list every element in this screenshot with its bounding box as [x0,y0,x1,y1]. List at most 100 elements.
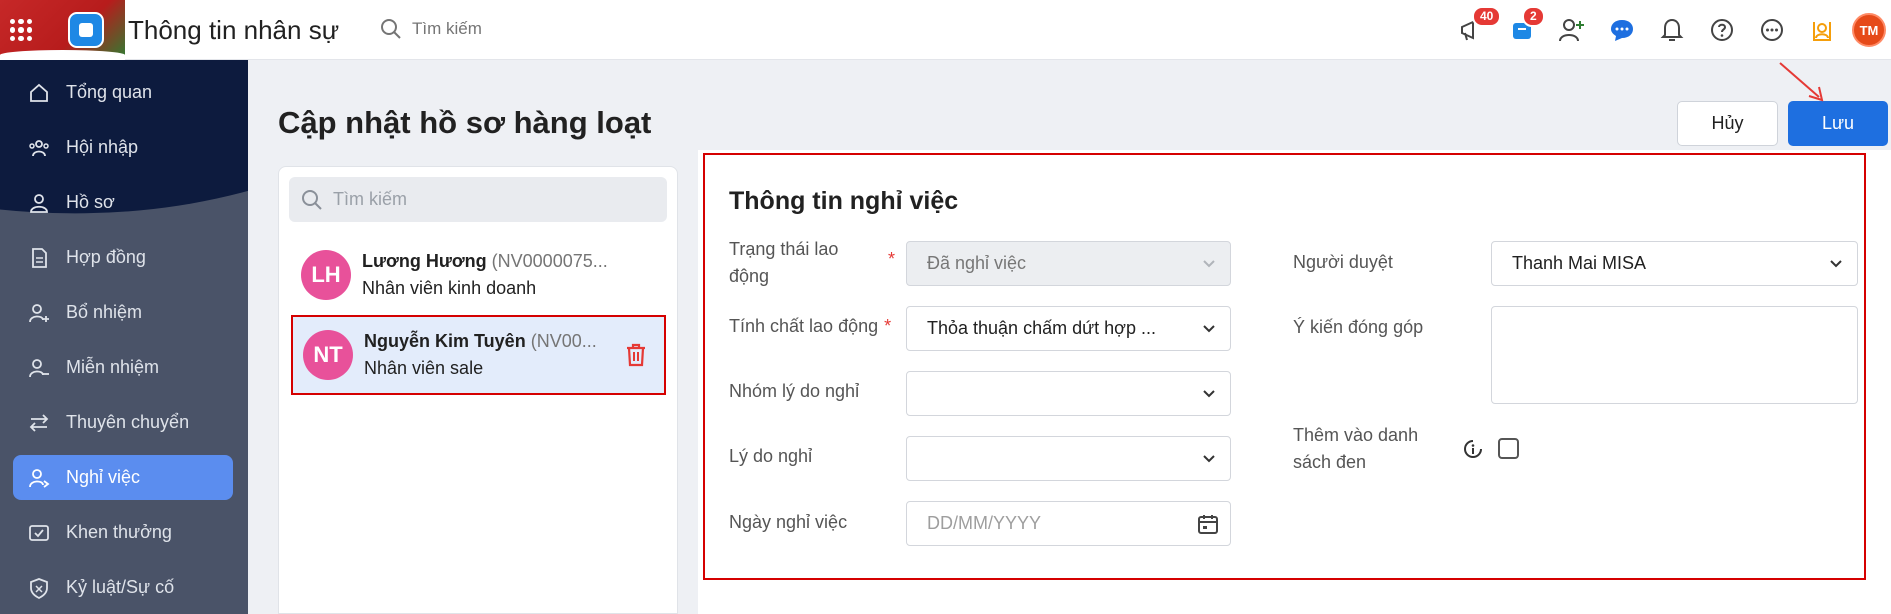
shield-icon [30,577,48,599]
employee-item[interactable]: LH Lương Hương (NV0000075... Nhân viên k… [291,235,666,315]
y-kien-label: Ý kiến đóng góp [1293,317,1424,337]
ngay-nghi-placeholder: DD/MM/YYYY [927,513,1042,533]
info-icon[interactable] [1461,437,1485,461]
trash-icon[interactable] [624,342,648,368]
top-search-input[interactable] [412,19,612,39]
employee-role: Nhân viên kinh doanh [362,278,537,298]
chevron-down-icon [1203,455,1215,463]
snow-decoration [0,50,125,60]
top-icons: 40 2 TM [1447,6,1891,50]
ly-do-select[interactable] [906,436,1231,481]
page-title: Cập nhật hồ sơ hàng loạt [278,105,652,140]
more-icon [1761,19,1783,41]
employee-avatar: LH [301,250,351,300]
nhom-ly-do-label: Nhóm lý do nghỉ [729,381,860,401]
sidebar-item-mien-nhiem[interactable]: Miễn nhiệm [13,345,233,390]
sidebar-item-label: Hội nhập [66,137,139,157]
employee-avatar: NT [303,330,353,380]
blacklist-checkbox[interactable] [1498,438,1519,459]
sidebar-item-ky-luat[interactable]: Kỷ luật/Sự cố [13,565,233,610]
sidebar-item-label: Nghỉ việc [66,467,141,487]
tinh-chat-label: Tính chất lao động * [729,313,891,340]
location-user-icon [1813,22,1831,41]
app-grid-icon[interactable] [10,19,32,41]
employee-info: Lương Hương (NV0000075... Nhân viên kinh… [362,251,608,299]
annotation-arrow [1779,62,1824,102]
chat-icon [1611,20,1633,41]
employee-item-selected[interactable]: NT Nguyễn Kim Tuyên (NV00... Nhân viên s… [291,315,666,395]
user-leave-icon [29,468,50,488]
calendar-icon[interactable] [1196,512,1220,536]
chevron-down-icon [1203,390,1215,398]
sidebar-item-bo-nhiem[interactable]: Bổ nhiệm [13,290,233,335]
sidebar-item-ho-so[interactable]: Hồ sơ [13,180,233,225]
checkin-button[interactable] [1797,10,1847,50]
reward-icon [29,524,49,541]
sidebar-item-nghi-viec[interactable]: Nghỉ việc [13,455,233,500]
bell-icon [1660,18,1684,41]
top-bar: Thông tin nhân sự 40 2 [0,0,1891,60]
nguoi-duyet-label: Người duyệt [1293,252,1393,272]
top-search[interactable] [380,18,612,40]
app-title: Thông tin nhân sự [128,15,340,45]
home-icon [30,83,48,102]
form-title: Thông tin nghỉ việc [729,187,959,215]
transfer-icon [29,413,49,432]
announcement-button[interactable]: 40 [1447,6,1502,50]
nhom-ly-do-select[interactable] [906,371,1231,416]
employee-name-line: Nguyễn Kim Tuyên (NV00... [364,331,597,352]
user-icon [30,193,48,213]
ngay-nghi-date-input[interactable]: DD/MM/YYYY [906,501,1231,546]
employee-name-line: Lương Hương (NV0000075... [362,251,608,272]
employee-search-placeholder: Tìm kiếm [333,189,407,209]
sidebar-item-tong-quan[interactable]: Tổng quan [13,70,233,115]
sidebar-item-label: Kỷ luật/Sự cố [66,577,175,597]
tinh-chat-select[interactable]: Thỏa thuận chấm dứt hợp ... [906,306,1231,351]
sidebar-item-label: Tổng quan [66,82,153,102]
cart-badge: 2 [1522,6,1545,27]
blacklist-label: Thêm vào danh sách đen [1293,425,1419,472]
add-user-button[interactable] [1547,10,1597,50]
team-icon [29,139,49,156]
sidebar-item-label: Bổ nhiệm [66,302,143,322]
nguoi-duyet-value: Thanh Mai MISA [1512,253,1647,273]
sidebar-nav: Tổng quan Hội nhập Hồ sơ Hợp đồng Bổ nhi… [13,70,233,614]
help-button[interactable] [1697,10,1747,50]
sidebar-item-khen-thuong[interactable]: Khen thưởng [13,510,233,555]
trang-thai-select: Đã nghỉ việc [906,241,1231,286]
sidebar-item-label: Khen thưởng [66,522,172,542]
user-avatar-button[interactable]: TM [1847,10,1891,50]
save-button[interactable]: Lưu [1788,101,1888,146]
ngay-nghi-label: Ngày nghỉ việc [729,512,848,532]
document-icon [32,247,47,268]
more-button[interactable] [1747,10,1797,50]
employee-name: Nguyễn Kim Tuyên [364,331,526,351]
sidebar-item-thuyen-chuyen[interactable]: Thuyên chuyển [13,400,233,445]
sidebar-item-hop-dong[interactable]: Hợp đồng [13,235,233,280]
trang-thai-label-text: Trạng thái lao động [729,239,839,286]
search-icon [302,189,322,210]
employee-info: Nguyễn Kim Tuyên (NV00... Nhân viên sale [364,331,597,379]
add-user-icon [1559,19,1584,42]
user-avatar: TM [1852,13,1886,47]
trang-thai-label: Trạng thái lao động [729,236,869,290]
employee-code: (NV00... [530,331,597,351]
chat-button[interactable] [1597,10,1647,50]
ly-do-label: Lý do nghỉ [729,446,813,466]
notification-button[interactable] [1647,10,1697,50]
y-kien-textarea[interactable] [1491,306,1858,404]
cart-button[interactable]: 2 [1497,6,1547,50]
sidebar-item-label: Hợp đồng [66,247,146,267]
employee-role: Nhân viên sale [364,358,484,378]
cancel-button[interactable]: Hủy [1677,101,1778,146]
nguoi-duyet-select[interactable]: Thanh Mai MISA [1491,241,1858,286]
help-icon [1711,19,1733,41]
tinh-chat-value: Thỏa thuận chấm dứt hợp ... [927,318,1156,338]
tinh-chat-label-text: Tính chất lao động [729,316,879,336]
employee-code: (NV0000075... [491,251,608,271]
sidebar-item-hoi-nhap[interactable]: Hội nhập [13,125,233,170]
chevron-down-icon [1830,260,1842,268]
sidebar-item-label: Thuyên chuyển [66,412,190,432]
user-minus-icon [29,358,49,377]
employee-search[interactable]: Tìm kiếm [289,177,667,222]
